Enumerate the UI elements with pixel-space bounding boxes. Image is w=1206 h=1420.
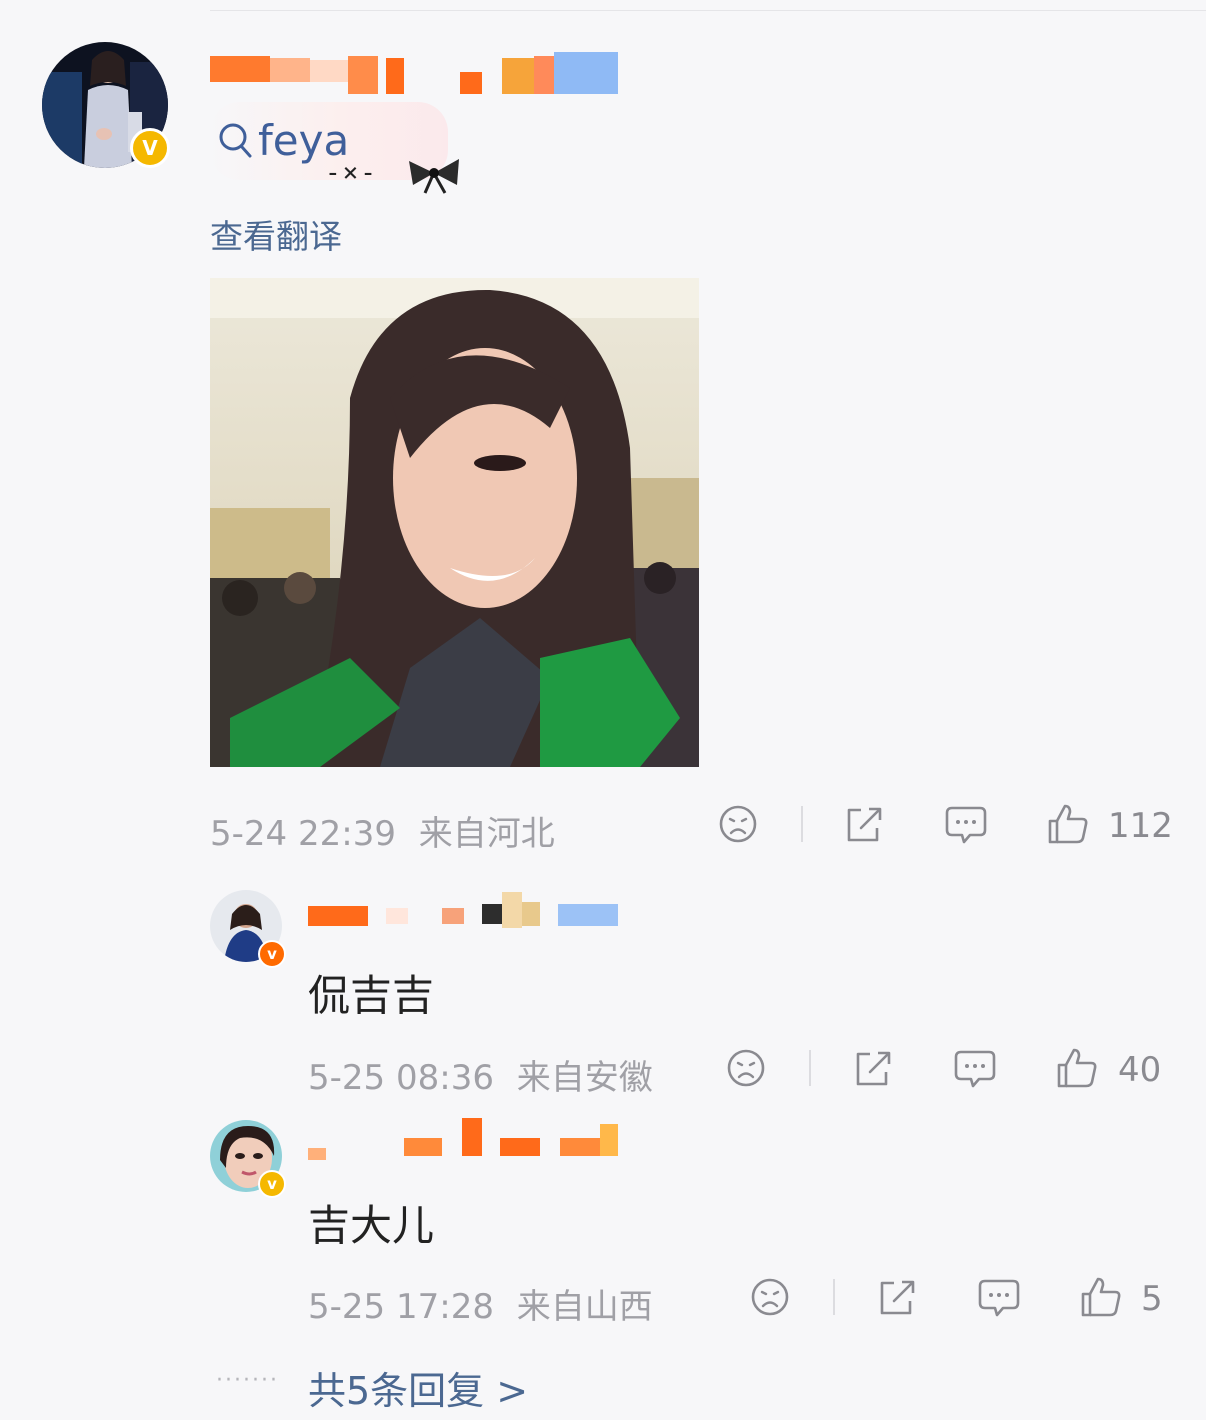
action-separator: [833, 1279, 835, 1315]
reply-text: 侃吉吉: [308, 971, 435, 1020]
sad-face-icon[interactable]: [750, 1277, 790, 1317]
reply-meta: 5-25 08:36 来自安徽: [308, 1050, 653, 1099]
action-separator: [809, 1050, 811, 1086]
sad-face-icon[interactable]: [726, 1048, 766, 1088]
like-count: 112: [1108, 806, 1173, 846]
reply-name-redacted[interactable]: [308, 886, 620, 936]
verified-badge: V: [130, 128, 170, 168]
thumbs-up-icon[interactable]: [1055, 1046, 1099, 1090]
commenter-name-redacted[interactable]: [210, 46, 620, 98]
view-translation-link[interactable]: 查看翻译: [210, 210, 342, 258]
comment-timestamp: 5-24 22:39: [210, 814, 396, 854]
verified-badge: v: [258, 940, 286, 968]
more-dots: ·······: [216, 1368, 279, 1393]
comment-image[interactable]: [210, 278, 699, 767]
comment-meta: 5-24 22:39 来自河北: [210, 806, 555, 855]
share-icon[interactable]: [876, 1277, 918, 1317]
bow-icon: [409, 159, 459, 194]
top-divider: [210, 10, 1206, 11]
comment-icon[interactable]: [944, 804, 988, 846]
sad-face-icon[interactable]: [718, 804, 758, 844]
reply-timestamp: 5-25 17:28: [308, 1287, 494, 1327]
verified-badge: v: [258, 1170, 286, 1198]
reply-text: 吉大儿: [308, 1201, 435, 1250]
thumbs-up-icon[interactable]: [1079, 1275, 1123, 1319]
action-separator: [801, 806, 803, 842]
comment-location: 来自河北: [418, 814, 555, 854]
reply-location: 来自山西: [516, 1287, 653, 1327]
share-icon[interactable]: [843, 804, 885, 844]
like-count: 40: [1118, 1050, 1162, 1090]
search-icon: [219, 123, 252, 158]
share-icon[interactable]: [852, 1048, 894, 1088]
reply-meta: 5-25 17:28 来自山西: [308, 1279, 653, 1328]
comment-icon[interactable]: [953, 1048, 997, 1090]
reply-name-redacted[interactable]: [308, 1118, 620, 1166]
comment-icon[interactable]: [977, 1277, 1021, 1319]
thumbs-up-icon[interactable]: [1046, 802, 1090, 846]
like-count: 5: [1141, 1279, 1163, 1319]
reply-timestamp: 5-25 08:36: [308, 1058, 494, 1098]
decorative-dashes: -×-: [325, 158, 378, 188]
reply-location: 来自安徽: [516, 1058, 653, 1098]
view-all-replies-link[interactable]: 共5条回复 >: [308, 1360, 528, 1415]
